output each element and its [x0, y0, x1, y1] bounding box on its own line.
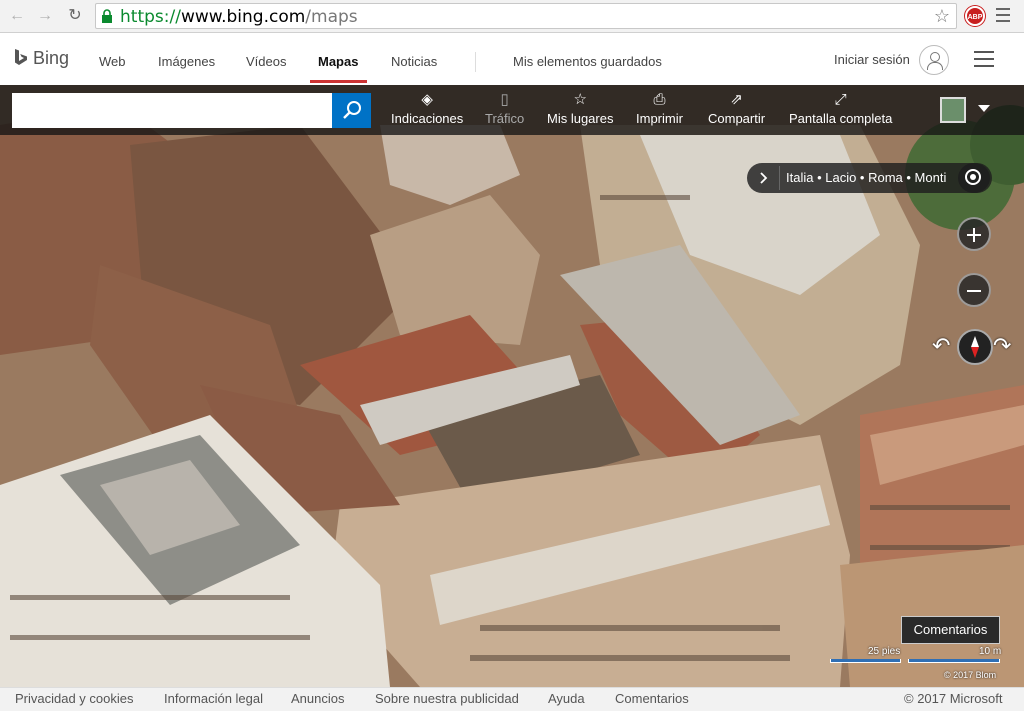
- address-bar[interactable]: https://www.bing.com/maps ☆: [95, 3, 957, 29]
- tool-fullscreen[interactable]: ⤢ Pantalla completa: [789, 91, 892, 126]
- tool-traffic[interactable]: ▯ Tráfico: [485, 91, 524, 126]
- tool-label: Pantalla completa: [789, 111, 893, 126]
- feedback-button[interactable]: Comentarios: [901, 616, 1000, 644]
- map-style-thumbnail[interactable]: [940, 97, 966, 123]
- search-button[interactable]: [332, 93, 371, 128]
- fullscreen-icon: ⤢: [834, 91, 847, 108]
- back-arrow-icon[interactable]: ←: [6, 5, 28, 27]
- hamburger-menu-icon[interactable]: [974, 51, 994, 67]
- user-avatar-icon[interactable]: [919, 45, 949, 75]
- nav-images[interactable]: Imágenes: [158, 54, 215, 69]
- print-icon: ⎙: [653, 91, 666, 108]
- star-icon: ☆: [573, 91, 587, 108]
- nav-divider: [475, 52, 476, 72]
- nav-web[interactable]: Web: [99, 54, 126, 69]
- bookmark-star-icon[interactable]: ☆: [934, 6, 950, 27]
- location-breadcrumb[interactable]: Italia • Lacio • Roma • Monti: [747, 163, 992, 193]
- rotate-right-icon[interactable]: ↷: [993, 333, 1011, 359]
- compass-icon[interactable]: [957, 329, 993, 365]
- bing-logo-icon: [15, 49, 27, 65]
- zoom-in-button[interactable]: [957, 217, 991, 251]
- page-footer: Privacidad y cookies Información legal A…: [0, 687, 1024, 711]
- footer-help-link[interactable]: Ayuda: [548, 691, 585, 706]
- footer-about-ads-link[interactable]: Sobre nuestra publicidad: [375, 691, 519, 706]
- scale-bar-metric: [908, 659, 1000, 663]
- nav-saved-items[interactable]: Mis elementos guardados: [513, 54, 662, 69]
- share-icon: ⇗: [730, 91, 743, 108]
- bing-logo[interactable]: Bing: [14, 48, 69, 69]
- footer-feedback-link[interactable]: Comentarios: [615, 691, 689, 706]
- browser-menu-icon[interactable]: [996, 8, 1010, 24]
- imagery-copyright: © 2017 Blom: [944, 670, 997, 680]
- tool-label: Compartir: [708, 111, 766, 126]
- browser-toolbar: ← → ↻ https://www.bing.com/maps ☆ ABP: [0, 0, 1024, 33]
- nav-maps[interactable]: Mapas: [318, 54, 358, 69]
- breadcrumb-text[interactable]: Italia • Lacio • Roma • Monti: [786, 170, 946, 185]
- map-canvas[interactable]: ◈ Indicaciones ▯ Tráfico ☆ Mis lugares ⎙…: [0, 85, 1024, 687]
- footer-copyright: © 2017 Microsoft: [904, 691, 1003, 706]
- search-icon: [343, 101, 361, 119]
- url-text: https://www.bing.com/maps: [120, 7, 358, 27]
- chevron-right-icon[interactable]: [755, 170, 771, 186]
- traffic-icon: ▯: [500, 91, 509, 108]
- map-toolbar: ◈ Indicaciones ▯ Tráfico ☆ Mis lugares ⎙…: [0, 85, 1024, 135]
- breadcrumb-divider: [779, 166, 780, 190]
- nav-videos[interactable]: Vídeos: [246, 54, 286, 69]
- tool-label: Tráfico: [485, 111, 525, 126]
- scale-label-metric: 10 m: [979, 646, 1002, 657]
- directions-icon: ◈: [421, 91, 433, 108]
- reload-icon[interactable]: ↻: [64, 5, 86, 27]
- tool-label: Imprimir: [636, 111, 683, 126]
- forward-arrow-icon[interactable]: →: [34, 5, 56, 27]
- tool-label: Indicaciones: [391, 111, 464, 126]
- tool-share[interactable]: ⇗ Compartir: [708, 91, 765, 126]
- tool-my-places[interactable]: ☆ Mis lugares: [547, 91, 613, 126]
- footer-privacy-link[interactable]: Privacidad y cookies: [15, 691, 134, 706]
- minus-icon: [967, 290, 981, 292]
- scale-bar-imperial: [830, 659, 901, 663]
- tool-directions[interactable]: ◈ Indicaciones: [391, 91, 463, 126]
- zoom-out-button[interactable]: [957, 273, 991, 307]
- scale-label-imperial: 25 pies: [868, 646, 901, 657]
- rotate-left-icon[interactable]: ↶: [932, 333, 950, 359]
- tool-label: Mis lugares: [547, 111, 614, 126]
- tool-print[interactable]: ⎙ Imprimir: [636, 91, 683, 126]
- locate-me-icon[interactable]: [958, 163, 990, 193]
- footer-ads-link[interactable]: Anuncios: [291, 691, 344, 706]
- bing-header: Bing Web Imágenes Vídeos Mapas Noticias …: [0, 34, 1024, 85]
- active-tab-indicator: [310, 80, 367, 83]
- footer-legal-link[interactable]: Información legal: [164, 691, 263, 706]
- adblock-icon[interactable]: ABP: [965, 6, 985, 26]
- chevron-down-icon[interactable]: [978, 105, 990, 112]
- signin-link[interactable]: Iniciar sesión: [834, 52, 910, 67]
- nav-news[interactable]: Noticias: [391, 54, 437, 69]
- lock-icon: [102, 9, 112, 23]
- map-search-input[interactable]: [12, 93, 332, 128]
